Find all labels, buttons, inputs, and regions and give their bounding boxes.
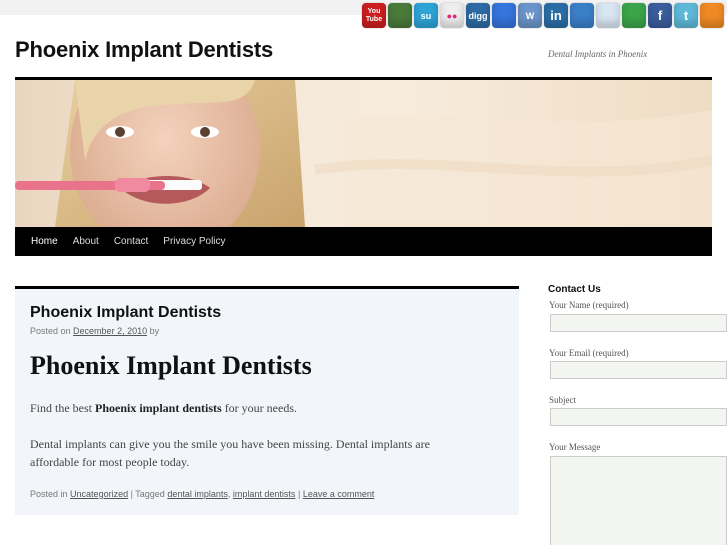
email-field[interactable] [550,361,727,379]
p1-after: for your needs. [224,401,297,415]
youtube-glyph: You Tube [365,7,383,23]
twitter-icon[interactable]: t [674,3,698,28]
nav-home[interactable]: Home [31,236,58,247]
twitter-glyph: t [683,8,689,23]
main-navigation: Home About Contact Privacy Policy [15,227,712,256]
footer-separator: | [297,489,301,499]
rss-icon[interactable] [700,3,724,28]
footer-tagged: | Tagged [130,489,165,499]
sidebar-contact-form: Contact Us Your Name (required) Your Ema… [548,284,727,545]
tag-link-dental-implants[interactable]: dental implants [167,489,228,499]
name-label: Your Name (required) [549,300,629,310]
delicious-icon[interactable] [492,3,516,28]
post-paragraph-1: Find the best Phoenix implant dentists f… [30,401,297,416]
post-article: Phoenix Implant Dentists Posted on Decem… [15,286,519,515]
youtube-icon[interactable]: You Tube [362,3,386,28]
plant-icon[interactable] [388,3,412,28]
site-title[interactable]: Phoenix Implant Dentists [15,37,273,63]
post-date-link[interactable]: December 2, 2010 [73,326,147,336]
wordpress-icon[interactable]: W [518,3,542,28]
nav-contact[interactable]: Contact [114,236,148,247]
header-banner-image [15,80,712,227]
flickr-glyph: ●● [446,10,458,21]
post-footer: Posted in Uncategorized | Tagged dental … [30,489,374,499]
nav-privacy-policy[interactable]: Privacy Policy [163,236,225,247]
facebook-icon[interactable]: f [648,3,672,28]
contact-us-title: Contact Us [548,284,601,295]
meta-posted-on: Posted on [30,326,71,336]
post-heading: Phoenix Implant Dentists [30,351,312,380]
facebook-glyph: f [657,8,663,23]
stumbleupon-icon[interactable]: su [414,3,438,28]
message-field[interactable] [550,456,727,545]
subject-label: Subject [549,395,576,405]
leave-comment-link[interactable]: Leave a comment [303,489,375,499]
subject-field[interactable] [550,408,727,426]
message-label: Your Message [549,442,601,452]
footer-comma: , [227,489,231,499]
post-title[interactable]: Phoenix Implant Dentists [30,304,221,322]
reddit-icon[interactable] [596,3,620,28]
myspace-icon[interactable] [570,3,594,28]
wordpress-glyph: W [525,10,535,21]
meta-by: by [149,326,160,336]
digg-icon[interactable]: digg [466,3,490,28]
flickr-icon[interactable]: ●● [440,3,464,28]
p1-bold: Phoenix implant dentists [95,401,222,415]
woman-brushing-teeth-image [15,80,712,227]
category-link[interactable]: Uncategorized [70,489,128,499]
nav-about[interactable]: About [73,236,99,247]
linkedin-icon[interactable]: in [544,3,568,28]
digg-glyph: digg [468,10,488,21]
technorati-icon[interactable] [622,3,646,28]
post-meta: Posted on December 2, 2010 by [30,326,159,336]
post-paragraph-2: Dental implants can give you the smile y… [30,437,430,469]
email-label: Your Email (required) [549,348,629,358]
site-description: Dental Implants in Phoenix [548,49,648,59]
name-field[interactable] [550,314,727,332]
p1-before: Find the best [30,401,92,415]
tag-link-implant-dentists[interactable]: implant dentists [233,489,296,499]
stumbleupon-glyph: su [420,10,432,21]
linkedin-glyph: in [550,8,562,23]
social-icons-bar: You Tube su ●● digg Win f t [362,3,724,28]
footer-posted-in: Posted in [30,489,68,499]
